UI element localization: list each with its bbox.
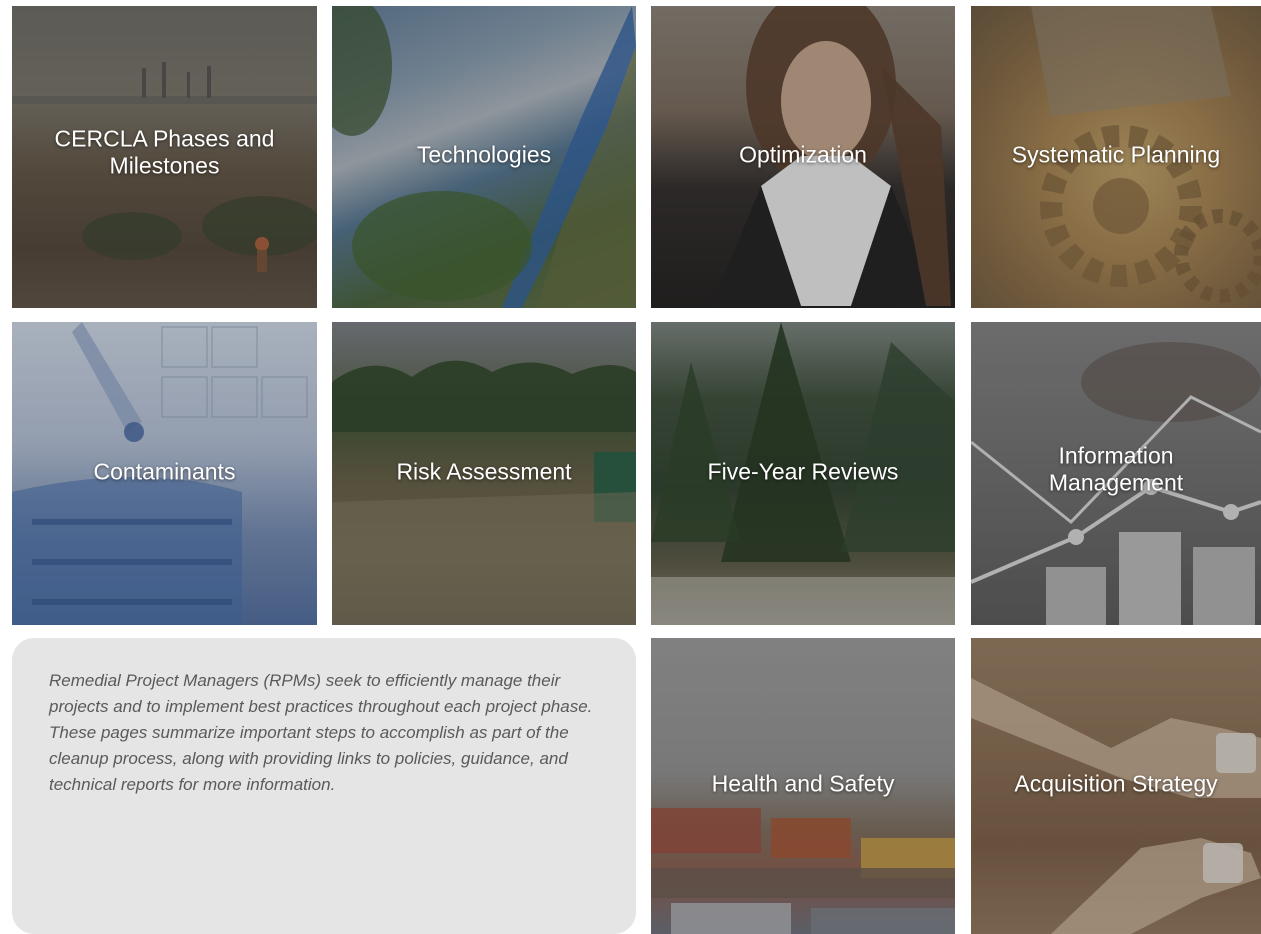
tile-five-year-reviews[interactable]: Five-Year Reviews — [651, 322, 955, 625]
tile-systematic-planning[interactable]: Systematic Planning — [971, 6, 1261, 308]
tile-label: Five-Year Reviews — [707, 457, 899, 484]
tile-label: CERCLA Phases and Milestones — [54, 125, 275, 179]
tile-health-and-safety[interactable]: Health and Safety — [651, 638, 955, 934]
tile-contaminants[interactable]: Contaminants — [12, 322, 317, 625]
tile-acquisition-strategy[interactable]: Acquisition Strategy — [971, 638, 1261, 934]
tile-technologies[interactable]: Technologies — [332, 6, 636, 308]
tile-label: Optimization — [739, 141, 867, 168]
tile-label: Health and Safety — [711, 770, 895, 797]
tile-label: Acquisition Strategy — [1014, 770, 1218, 797]
tile-label: Information Management — [1048, 442, 1184, 496]
tile-cercla-phases[interactable]: CERCLA Phases and Milestones — [12, 6, 317, 308]
tile-label: Contaminants — [93, 457, 236, 484]
tile-label: Risk Assessment — [396, 457, 572, 484]
tile-information-management[interactable]: Information Management — [971, 322, 1261, 625]
intro-panel: Remedial Project Managers (RPMs) seek to… — [12, 638, 636, 934]
tile-optimization[interactable]: Optimization — [651, 6, 955, 308]
tile-risk-assessment[interactable]: Risk Assessment — [332, 322, 636, 625]
topic-grid: CERCLA Phases and Milestones Technologie… — [0, 0, 1261, 934]
tile-label: Systematic Planning — [1011, 141, 1221, 168]
tile-label: Technologies — [416, 141, 552, 168]
intro-text: Remedial Project Managers (RPMs) seek to… — [49, 671, 593, 794]
